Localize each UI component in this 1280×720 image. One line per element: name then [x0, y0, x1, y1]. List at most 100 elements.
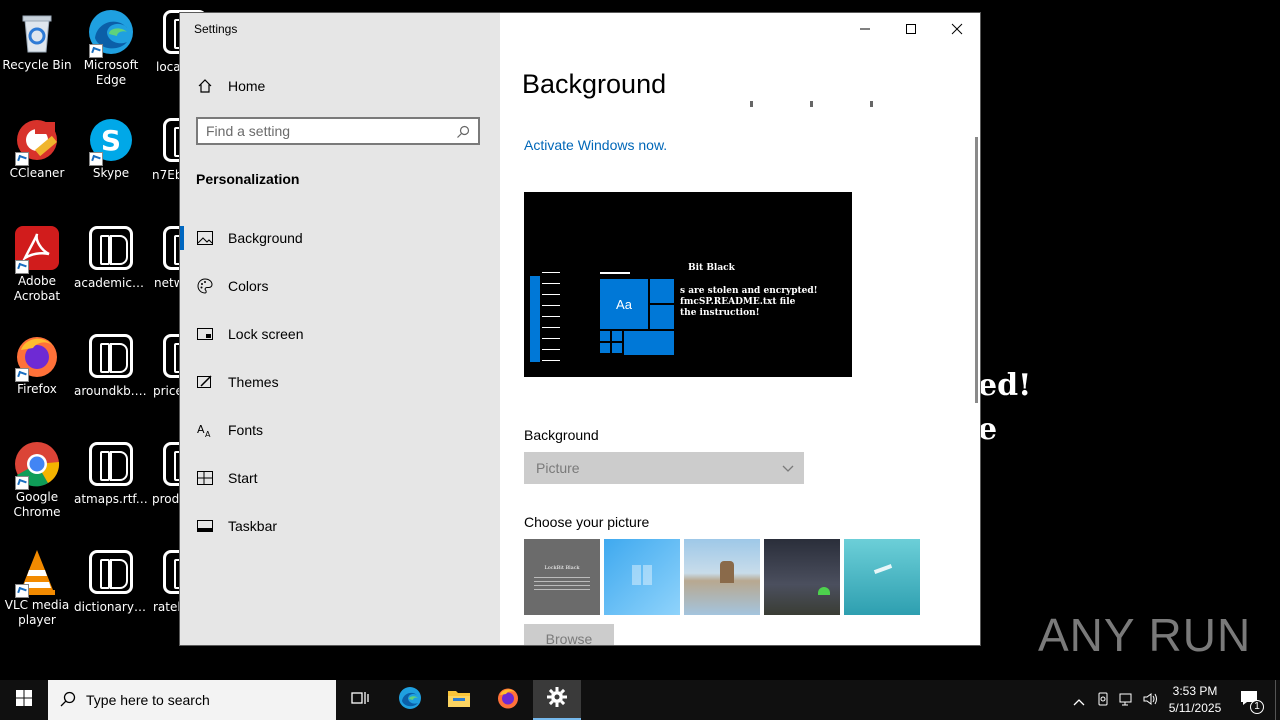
- folder-icon: [447, 688, 471, 712]
- preview-note-line1: Bit Black: [688, 263, 735, 273]
- svg-text:A: A: [205, 430, 211, 438]
- desktop-icon-ccleaner[interactable]: CCleaner: [0, 116, 74, 181]
- preview-tile: [650, 279, 674, 303]
- notification-count-badge: 1: [1250, 700, 1264, 714]
- wallpaper-text-line2: e: [978, 412, 998, 447]
- swimmer: [873, 564, 893, 574]
- desktop-icon-skype[interactable]: S Skype: [74, 116, 148, 181]
- sidebar-item-start[interactable]: Start: [180, 458, 500, 498]
- shortcut-arrow-icon: [15, 260, 29, 274]
- desktop-icon-academicc[interactable]: academicc...: [74, 224, 148, 291]
- page-title: Background: [522, 69, 667, 99]
- minimize-icon: [859, 20, 871, 39]
- picture-thumb-2[interactable]: [604, 539, 680, 615]
- themes-icon: [196, 373, 214, 391]
- choose-picture-label: Choose your picture: [524, 514, 650, 530]
- sidebar-item-taskbar[interactable]: Taskbar: [180, 506, 500, 546]
- desktop-icon-microsoft-edge[interactable]: Microsoft Edge: [74, 8, 148, 88]
- svg-text:A: A: [197, 423, 205, 436]
- task-view-button[interactable]: [336, 680, 384, 720]
- wallpaper-text-line1: ed!: [978, 368, 1032, 403]
- notification-icon: 1: [1240, 690, 1264, 714]
- settings-sidebar: Settings Home Personalization Background: [180, 13, 500, 645]
- volume-icon: [1143, 691, 1159, 710]
- picture-thumb-1[interactable]: LockBit Black: [524, 539, 600, 615]
- preview-tile: [600, 331, 610, 341]
- clipped-text-remnant: [750, 101, 900, 107]
- search-icon[interactable]: [456, 124, 470, 143]
- close-icon: [951, 20, 963, 39]
- maximize-button[interactable]: [888, 13, 934, 45]
- action-center-button[interactable]: 1: [1232, 680, 1266, 720]
- preview-tile: [612, 343, 622, 353]
- preview-note-line2: s are stolen and encrypted!: [680, 286, 818, 296]
- preview-note-line3: fmcSP.README.txt file: [680, 297, 796, 307]
- fonts-icon: AA: [196, 421, 214, 439]
- picture-thumb-4[interactable]: [764, 539, 840, 615]
- desktop-icon-vlc[interactable]: VLC media player: [0, 548, 74, 628]
- preview-line: [600, 272, 630, 274]
- taskbar-file-explorer[interactable]: [435, 680, 483, 720]
- activate-windows-link[interactable]: Activate Windows now.: [524, 137, 667, 153]
- search-input[interactable]: [198, 122, 448, 140]
- taskbar-edge[interactable]: [386, 680, 434, 720]
- lock-screen-icon: [196, 325, 214, 343]
- scrollbar[interactable]: [975, 137, 978, 403]
- sidebar-item-background[interactable]: Background: [180, 218, 500, 258]
- taskbar-icon: [196, 517, 214, 535]
- settings-search[interactable]: [196, 117, 480, 145]
- anyrun-watermark: ANY RUN: [1038, 609, 1252, 661]
- minimize-button[interactable]: [842, 13, 888, 45]
- background-select-value: Picture: [536, 460, 580, 476]
- tray-network-button[interactable]: [1116, 680, 1138, 720]
- sidebar-item-colors[interactable]: Colors: [180, 266, 500, 306]
- sidebar-item-fonts[interactable]: AA Fonts: [180, 410, 500, 450]
- start-button[interactable]: [0, 680, 48, 720]
- desktop-icon-recycle-bin[interactable]: Recycle Bin: [0, 8, 74, 73]
- lockbit-file-icon: [89, 226, 133, 270]
- home-icon: [196, 77, 214, 95]
- show-hidden-icons-button[interactable]: [1068, 680, 1090, 720]
- desktop-icon-dictionarya[interactable]: dictionarya...: [74, 548, 148, 615]
- thumb-note-lines: [534, 577, 590, 591]
- lockbit-file-icon: [89, 334, 133, 378]
- tray-volume-button[interactable]: [1140, 680, 1162, 720]
- sidebar-home-label: Home: [228, 78, 266, 94]
- chevron-up-icon: [1073, 691, 1085, 710]
- section-title: Personalization: [196, 171, 300, 187]
- chevron-down-icon: [782, 461, 794, 477]
- shortcut-arrow-icon: [15, 476, 29, 490]
- tent-glow: [818, 587, 830, 595]
- device-icon: [1096, 691, 1110, 710]
- desktop-icon-adobe-acrobat[interactable]: Adobe Acrobat: [0, 224, 74, 304]
- shortcut-arrow-icon: [15, 368, 29, 382]
- close-button[interactable]: [934, 13, 980, 45]
- lockbit-file-icon: [89, 442, 133, 486]
- preview-tile: [624, 331, 674, 355]
- taskbar-clock[interactable]: 3:53 PM 5/11/2025: [1160, 683, 1230, 717]
- picture-thumb-5[interactable]: [844, 539, 920, 615]
- shortcut-arrow-icon: [15, 584, 29, 598]
- shortcut-arrow-icon: [89, 152, 103, 166]
- chrome-icon: [13, 440, 61, 490]
- desktop-icon-aroundkb[interactable]: aroundkb.r...: [74, 332, 148, 399]
- taskbar-settings[interactable]: [533, 680, 581, 720]
- desktop-icon-atmaps[interactable]: atmaps.rtf....: [74, 440, 148, 507]
- preview-note-line4: the instruction!: [680, 308, 760, 318]
- sidebar-home[interactable]: Home: [180, 66, 500, 106]
- background-type-select[interactable]: Picture: [524, 452, 804, 484]
- picture-thumb-3[interactable]: [684, 539, 760, 615]
- taskbar-search-box[interactable]: Type here to search: [48, 680, 336, 720]
- sidebar-item-themes[interactable]: Themes: [180, 362, 500, 402]
- preview-start-bar: [530, 276, 540, 362]
- show-desktop-button[interactable]: [1275, 680, 1280, 720]
- preview-menu-lines: [542, 272, 560, 362]
- settings-window: Settings Home Personalization Background: [180, 13, 980, 645]
- sidebar-item-lock-screen[interactable]: Lock screen: [180, 314, 500, 354]
- settings-main: Background Activate Windows now. Aa Bit …: [500, 13, 980, 645]
- desktop-icon-google-chrome[interactable]: Google Chrome: [0, 440, 74, 520]
- tray-device-button[interactable]: [1092, 680, 1114, 720]
- taskbar-firefox[interactable]: [484, 680, 532, 720]
- desktop-icon-firefox[interactable]: Firefox: [0, 332, 74, 397]
- browse-button[interactable]: Browse: [524, 624, 614, 645]
